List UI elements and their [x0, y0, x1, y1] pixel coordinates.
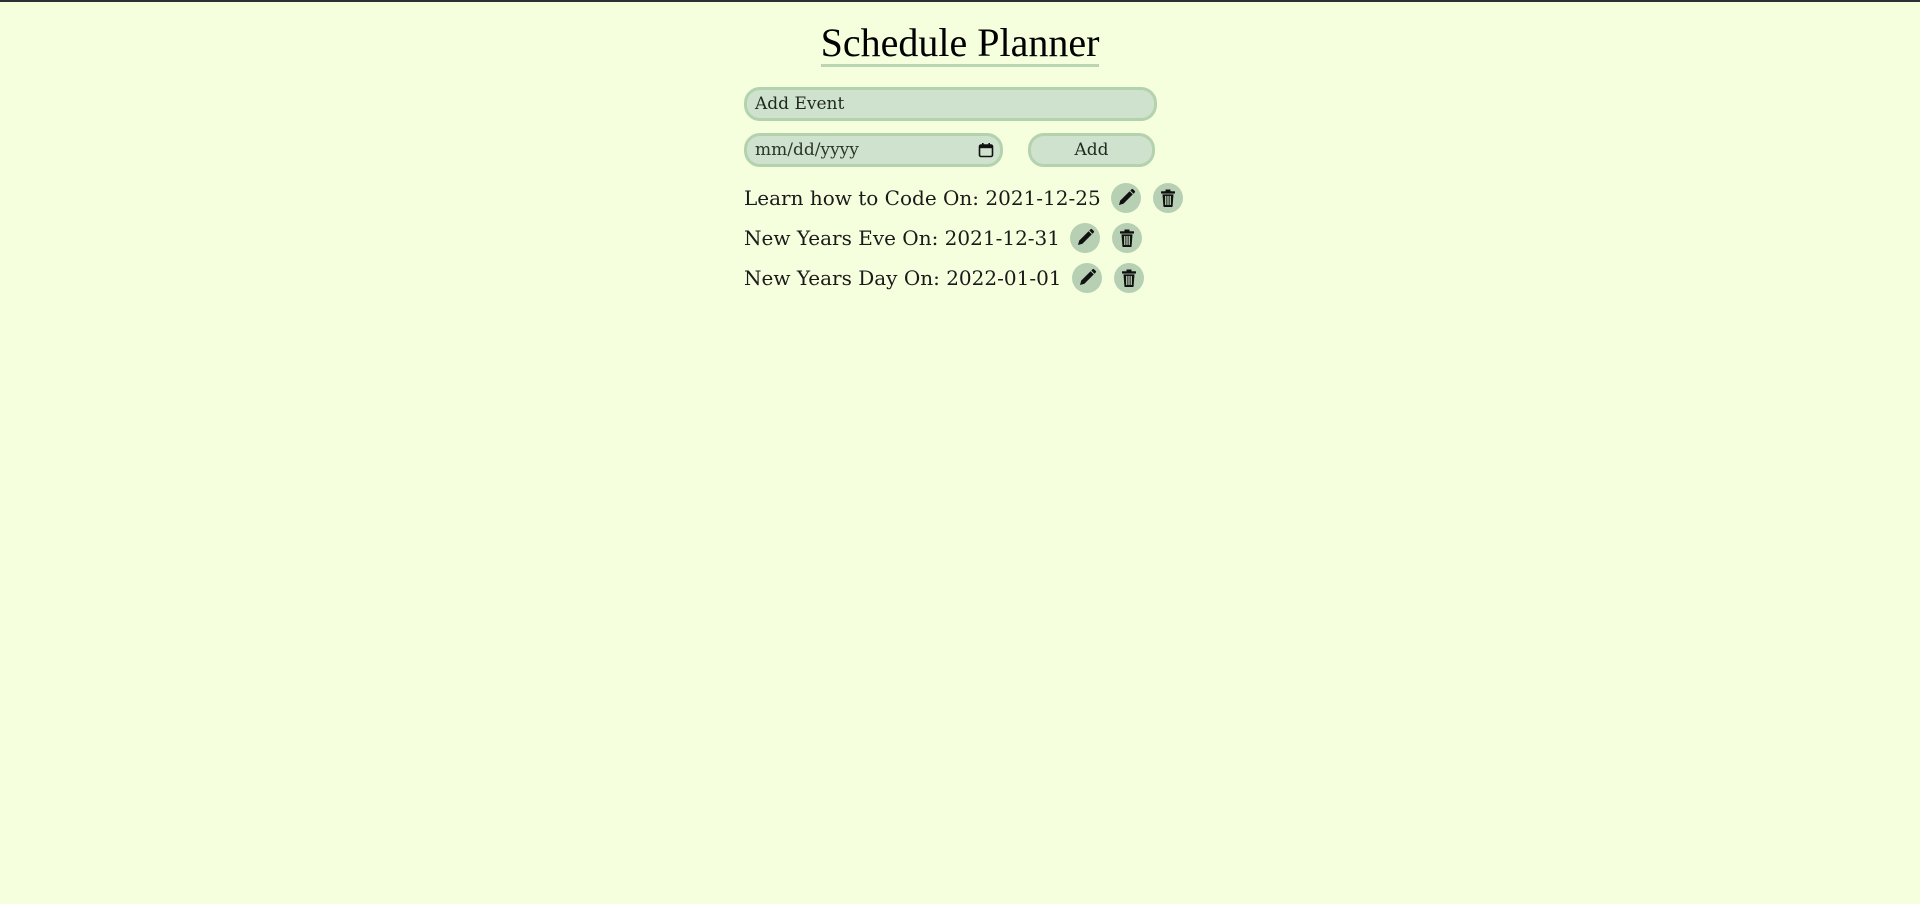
- event-item: Learn how to Code On: 2021-12-25: [744, 178, 1195, 218]
- event-text: Learn how to Code On: 2021-12-25: [744, 186, 1101, 210]
- delete-button[interactable]: [1112, 223, 1142, 253]
- delete-button[interactable]: [1113, 263, 1144, 293]
- edit-button[interactable]: [1110, 183, 1141, 213]
- pencil-icon: [1118, 188, 1135, 205]
- trash-icon: [1120, 229, 1134, 247]
- add-button-label: Add: [1074, 140, 1109, 160]
- page-title: Schedule Planner: [0, 20, 1920, 67]
- pencil-icon: [1078, 228, 1095, 245]
- trash-icon: [1121, 269, 1136, 287]
- calendar-icon[interactable]: [978, 142, 994, 158]
- date-placeholder: mm/dd/yyyy: [755, 140, 859, 160]
- trash-icon: [1160, 189, 1175, 207]
- add-button[interactable]: Add: [1028, 133, 1155, 167]
- add-event-input[interactable]: Add Event: [744, 87, 1157, 121]
- date-input[interactable]: mm/dd/yyyy: [744, 133, 1003, 167]
- event-item: New Years Day On: 2022-01-01: [744, 258, 1195, 298]
- edit-button[interactable]: [1071, 263, 1102, 293]
- event-text: New Years Eve On: 2021-12-31: [744, 226, 1060, 250]
- event-text: New Years Day On: 2022-01-01: [744, 266, 1062, 290]
- delete-button[interactable]: [1152, 183, 1183, 213]
- page-title-text: Schedule Planner: [820, 20, 1100, 67]
- pencil-icon: [1079, 268, 1096, 285]
- event-list: Learn how to Code On: 2021-12-25 New Yea…: [744, 178, 1195, 298]
- add-event-placeholder: Add Event: [755, 94, 845, 114]
- edit-button[interactable]: [1070, 223, 1100, 253]
- event-item: New Years Eve On: 2021-12-31: [744, 218, 1195, 258]
